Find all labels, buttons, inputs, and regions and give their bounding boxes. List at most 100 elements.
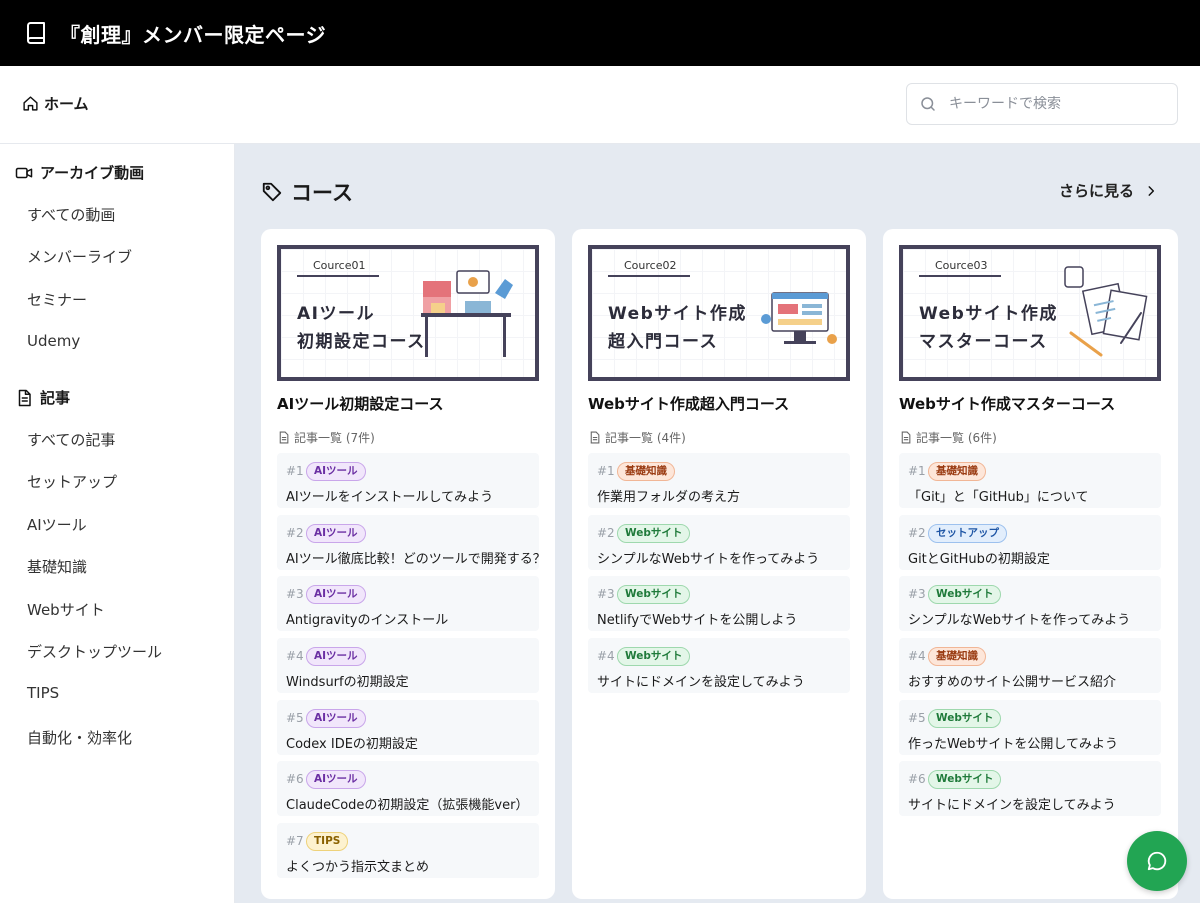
article-item[interactable]: #6 AIツール ClaudeCodeの初期設定（拡張機能ver） [277,761,539,816]
course-title: AIツール初期設定コース [277,395,444,413]
sidebar-item-automation[interactable]: 自動化・効率化 [27,727,132,748]
category-badge: AIツール [306,770,366,789]
category-badge: Webサイト [928,770,1002,789]
article-item[interactable]: #4 基礎知識 おすすめのサイト公開サービス紹介 [899,638,1161,693]
category-badge: Webサイト [617,585,691,604]
chevron-right-icon [1148,185,1155,196]
sidebar-item-setup[interactable]: セットアップ [27,471,117,492]
category-badge: 基礎知識 [928,647,986,666]
banner-line-1: Webサイト作成 [919,304,1058,324]
article-item[interactable]: #2 AIツール AIツール徹底比較！どのツールで開発する？ [277,515,546,570]
search-input[interactable] [949,96,1159,112]
sidebar-section-archive-video: アーカイブ動画 [15,162,144,183]
course-banner-1: Cource01 AIツール 初期設定コース [277,245,539,381]
home-label: ホーム [44,95,89,113]
course-title: Webサイト作成マスターコース [899,395,1116,413]
category-badge: TIPS [306,832,349,851]
article-item[interactable]: #1 基礎知識 「Git」と「GitHub」について [899,453,1161,508]
sidebar-item-ai-tools[interactable]: AIツール [27,514,87,535]
category-badge: Webサイト [928,709,1002,728]
sidebar-item-website[interactable]: Webサイト [27,599,105,620]
article-title: 作業用フォルダの考え方 [597,490,741,505]
article-title: シンプルなWebサイトを作ってみよう [908,613,1131,628]
article-title: おすすめのサイト公開サービス紹介 [908,675,1117,690]
sidebar-item-seminar[interactable]: セミナー [27,289,87,310]
sidebar-item-udemy[interactable]: Udemy [27,332,80,350]
article-item[interactable]: #1 基礎知識 作業用フォルダの考え方 [588,453,850,508]
banner-tag: Cource02 [608,257,691,277]
see-more-link[interactable]: さらに見る [1059,180,1158,201]
article-item[interactable]: #6 Webサイト サイトにドメインを設定してみよう [899,761,1161,816]
article-title: Windsurfの初期設定 [286,675,409,690]
article-item[interactable]: #5 AIツール Codex IDEの初期設定 [277,700,539,755]
article-title: Codex IDEの初期設定 [286,737,418,752]
banner-line-2: 超入門コース [608,332,719,352]
course-banner-3: Cource03 Webサイト作成 マスターコース [899,245,1161,381]
category-badge: AIツール [306,585,366,604]
home-link[interactable]: ホーム [22,93,89,114]
sidebar-item-desktop-tools[interactable]: デスクトップツール [27,641,162,662]
search-icon [921,97,935,111]
search-box[interactable] [906,83,1178,125]
document-icon [279,431,289,444]
banner-line-2: マスターコース [919,332,1048,352]
chat-button[interactable] [1127,831,1187,891]
document-icon [590,431,600,444]
course-card-2[interactable]: Cource02 Webサイト作成 超入門コース Webサイト作成超入門コース … [572,229,866,899]
article-title: 「Git」と「GitHub」について [908,490,1089,505]
article-item[interactable]: #3 Webサイト シンプルなWebサイトを作ってみよう [899,576,1161,631]
article-title: よくつかう指示文まとめ [286,860,430,875]
article-count: 記事一覧 (7件) [277,429,375,446]
banner-tag: Cource01 [297,257,380,277]
book-icon [27,22,45,44]
article-item[interactable]: #1 AIツール AIツールをインストールしてみよう [277,453,539,508]
document-icon [901,431,911,444]
article-item[interactable]: #3 Webサイト NetlifyでWebサイトを公開しよう [588,576,850,631]
sidebar-item-all-videos[interactable]: すべての動画 [27,204,115,225]
article-title: NetlifyでWebサイトを公開しよう [597,613,798,628]
documents-illustration [1064,266,1148,357]
banner-line-1: AIツール [297,304,375,324]
article-title: サイトにドメインを設定してみよう [597,675,805,690]
article-title: シンプルなWebサイトを作ってみよう [597,552,820,567]
sidebar-item-tips[interactable]: TIPS [27,684,59,702]
course-card-3[interactable]: Cource03 Webサイト作成 マスターコース Webサイト作成マスターコー… [883,229,1178,899]
article-count: 記事一覧 (4件) [588,429,686,446]
article-title: AIツールをインストールしてみよう [286,490,494,505]
article-item[interactable]: #7 TIPS よくつかう指示文まとめ [277,823,539,878]
article-title: ClaudeCodeの初期設定（拡張機能ver） [286,798,529,813]
course-banner-2: Cource02 Webサイト作成 超入門コース [588,245,850,381]
article-item[interactable]: #2 セットアップ GitとGitHubの初期設定 [899,515,1161,570]
section-title: コース [261,177,353,207]
category-badge: Webサイト [617,647,691,666]
article-title: Antigravityのインストール [286,613,449,628]
sidebar: アーカイブ動画 すべての動画 メンバーライブ セミナー Udemy 記事 すべて… [0,144,235,903]
sidebar-item-basics[interactable]: 基礎知識 [27,556,87,577]
category-badge: 基礎知識 [928,462,986,481]
article-item[interactable]: #4 AIツール Windsurfの初期設定 [277,638,539,693]
article-item[interactable]: #4 Webサイト サイトにドメインを設定してみよう [588,638,850,693]
app-title: 『創理』メンバー限定ページ [60,22,327,47]
sidebar-item-member-live[interactable]: メンバーライブ [27,246,132,267]
sidebar-item-all-articles[interactable]: すべての記事 [27,429,115,450]
category-badge: AIツール [306,462,366,481]
category-badge: セットアップ [928,524,1007,543]
article-title: GitとGitHubの初期設定 [908,552,1050,567]
article-item[interactable]: #2 Webサイト シンプルなWebサイトを作ってみよう [588,515,850,570]
sidebar-section-articles: 記事 [15,387,70,408]
main-content: コース さらに見る Cource01 AIツール 初期設定コース AIツール初期… [235,144,1200,903]
tag-icon [262,182,282,202]
video-icon [15,167,33,178]
document-icon [18,389,31,406]
article-title: AIツール徹底比較！どのツールで開発する？ [286,552,546,567]
website-illustration [761,292,837,344]
article-item[interactable]: #3 AIツール Antigravityのインストール [277,576,539,631]
article-title: サイトにドメインを設定してみよう [908,798,1116,813]
course-card-1[interactable]: Cource01 AIツール 初期設定コース AIツール初期設定コース 記事一覧… [261,229,555,899]
category-badge: AIツール [306,647,366,666]
nav-bar: ホーム [0,66,1200,144]
chat-icon [1147,851,1167,871]
course-title: Webサイト作成超入門コース [588,395,790,413]
article-item[interactable]: #5 Webサイト 作ったWebサイトを公開してみよう [899,700,1161,755]
home-icon [23,96,38,111]
